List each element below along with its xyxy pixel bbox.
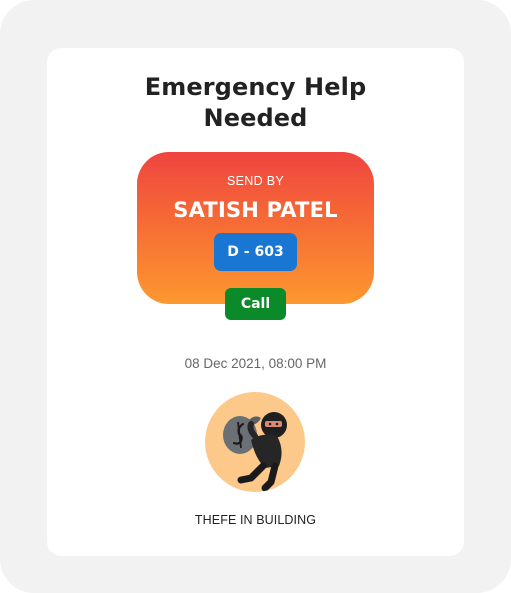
alert-timestamp: 08 Dec 2021, 08:00 PM [184, 356, 327, 371]
screen-background: Emergency Help Needed SEND BY SATISH PAT… [0, 0, 511, 593]
sender-info-box: SEND BY SATISH PATEL D - 603 [137, 152, 374, 304]
unit-number-badge: D - 603 [214, 233, 297, 271]
emergency-alert-card: Emergency Help Needed SEND BY SATISH PAT… [47, 48, 464, 556]
thief-with-money-bag-icon [205, 392, 305, 492]
alert-title: Emergency Help Needed [47, 72, 464, 134]
sender-name: SATISH PATEL [173, 198, 338, 222]
incident-type-label: THEFE IN BUILDING [194, 513, 317, 527]
alert-title-line-1: Emergency Help [144, 73, 367, 101]
alert-title-line-2: Needed [203, 104, 308, 132]
call-button[interactable]: Call [225, 288, 286, 320]
sent-by-label: SEND BY [227, 174, 284, 188]
